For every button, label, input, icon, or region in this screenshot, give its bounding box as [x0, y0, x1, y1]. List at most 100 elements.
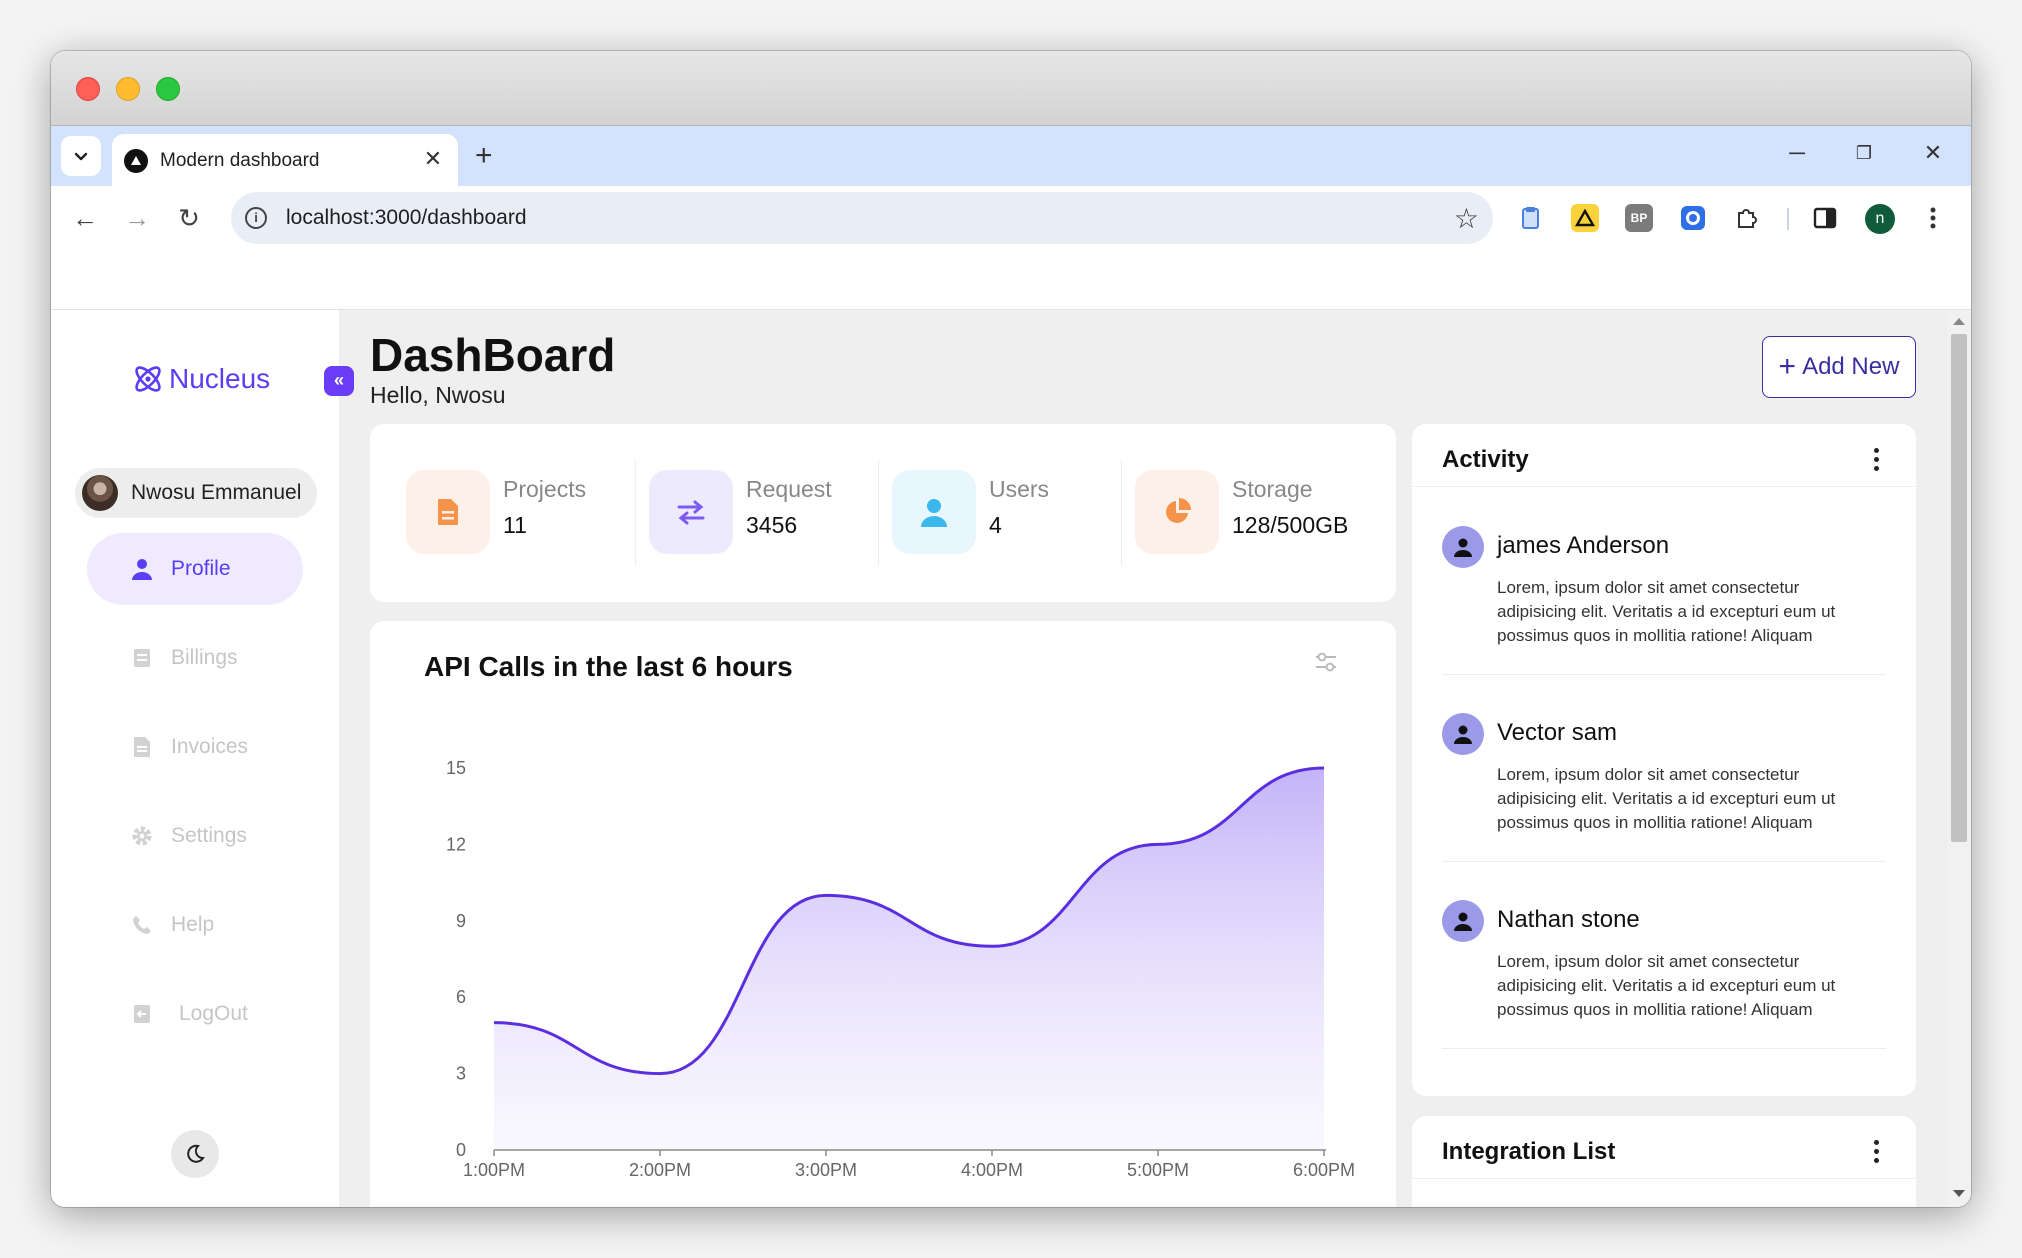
extension-clipboard-icon[interactable] [1517, 204, 1545, 232]
y-tick-label: 12 [446, 834, 466, 854]
stat-divider [878, 460, 879, 566]
gear-icon [131, 825, 153, 847]
sidebar-item-label: Profile [171, 557, 231, 580]
area-chart: 1:00PM 2:00PM 3:00PM 4:00PM 5:00PM 6:00PM 0 3 6 9… [446, 758, 1355, 1180]
extension-warning-icon[interactable] [1571, 204, 1599, 232]
browser-tab[interactable]: Modern dashboard ✕ [112, 134, 458, 186]
tab-strip: Modern dashboard ✕ + ─ ❐ ✕ [51, 126, 1971, 186]
minimize-window-button[interactable] [116, 77, 140, 101]
url-text[interactable]: localhost:3000/dashboard [286, 206, 527, 230]
activity-text: Lorem, ipsum dolor sit amet consectetur … [1497, 952, 1836, 1019]
card-divider [1412, 486, 1916, 487]
sidebar-item-settings[interactable]: Settings [87, 800, 303, 872]
stat-label: Request [746, 476, 832, 502]
add-new-button[interactable]: + Add New [1762, 336, 1916, 398]
user-icon [921, 499, 947, 527]
invoice-icon [131, 736, 153, 758]
person-icon [1442, 713, 1484, 755]
stat-value: 3456 [746, 512, 798, 538]
transfer-icon [677, 500, 705, 525]
api-calls-chart-card: API Calls in the last 6 hours 1:00PM 2:00… [370, 621, 1396, 1207]
sidebar-item-billings[interactable]: Billings [87, 622, 303, 694]
chevron-down-icon [74, 152, 88, 161]
new-tab-button[interactable]: + [475, 138, 493, 174]
avatar [82, 475, 118, 511]
sidebar-item-label: Settings [171, 824, 247, 847]
tab-title: Modern dashboard [160, 150, 320, 171]
user-chip[interactable]: Nwosu Emmanuel [75, 468, 317, 518]
stat-icon-box [892, 470, 976, 554]
stat-value: 11 [503, 512, 527, 538]
sidebar-item-invoices[interactable]: Invoices [87, 711, 303, 783]
address-bar[interactable]: i localhost:3000/dashboard ☆ [231, 192, 1493, 244]
reload-icon[interactable]: ↻ [171, 200, 207, 236]
close-icon[interactable]: ✕ [1917, 140, 1949, 166]
side-panel-icon[interactable] [1811, 204, 1839, 232]
close-tab-icon[interactable]: ✕ [420, 146, 446, 172]
integration-title: Integration List [1442, 1138, 1616, 1165]
site-info-icon[interactable]: i [245, 207, 267, 229]
stat-projects[interactable]: Projects 11 [406, 470, 648, 556]
integration-list-card: Integration List [1412, 1116, 1916, 1207]
y-tick-label: 6 [456, 987, 466, 1007]
extension-bp-icon[interactable]: BP [1625, 204, 1653, 232]
stat-icon-box [1135, 470, 1219, 554]
sidebar-item-label: Billings [171, 646, 238, 669]
integration-menu-icon[interactable] [1874, 1140, 1880, 1164]
brand-name: Nucleus [169, 363, 271, 394]
more-menu-icon[interactable] [1919, 204, 1947, 232]
zoom-window-button[interactable] [156, 77, 180, 101]
document-icon [438, 499, 458, 525]
activity-menu-icon[interactable] [1874, 448, 1880, 472]
tab-search-button[interactable] [61, 136, 101, 176]
greeting-text: Hello, Nwosu [370, 382, 506, 408]
activity-title: Activity [1442, 446, 1529, 473]
moon-icon [187, 1144, 205, 1163]
phone-icon [131, 914, 153, 936]
x-tick-label: 1:00PM [463, 1160, 525, 1180]
minimize-icon[interactable]: ─ [1781, 140, 1813, 166]
collapse-sidebar-button[interactable]: « [324, 366, 354, 396]
stat-icon-box [649, 470, 733, 554]
stat-divider [635, 460, 636, 566]
x-tick-label: 4:00PM [961, 1160, 1023, 1180]
stat-label: Storage [1232, 476, 1313, 502]
logout-icon [131, 1003, 153, 1025]
bookmark-star-icon[interactable]: ☆ [1454, 202, 1479, 235]
extensions-puzzle-icon[interactable] [1733, 204, 1761, 232]
close-window-button[interactable] [76, 77, 100, 101]
stat-request[interactable]: Request 3456 [649, 470, 891, 556]
extension-record-icon[interactable] [1679, 204, 1707, 232]
theme-toggle-button[interactable] [171, 1130, 219, 1178]
activity-name: Vector sam [1497, 719, 1618, 746]
sidebar-item-profile[interactable]: Profile [87, 533, 303, 605]
area-fill [494, 768, 1324, 1150]
page-title: DashBoard [370, 329, 616, 381]
restore-icon[interactable]: ❐ [1848, 143, 1880, 164]
forward-arrow-icon[interactable]: → [119, 200, 155, 236]
sidebar-item-logout[interactable]: LogOut [87, 978, 303, 1050]
divider [1442, 1048, 1886, 1049]
brand-logo[interactable]: Nucleus [131, 362, 270, 396]
page-scrollbar[interactable] [1947, 310, 1971, 1207]
scroll-up-icon[interactable] [1953, 318, 1965, 325]
atom-icon [135, 366, 161, 392]
sidebar: Nucleus Nwosu Emmanuel Profile Billings [51, 310, 339, 1207]
stat-storage[interactable]: Storage 128/500GB [1135, 470, 1377, 556]
profile-avatar[interactable]: n [1865, 204, 1895, 234]
stat-label: Users [989, 476, 1050, 502]
y-tick-label: 9 [456, 911, 466, 931]
title-bar [51, 51, 1971, 126]
favicon-icon [124, 149, 148, 173]
x-tick-label: 5:00PM [1127, 1160, 1189, 1180]
sidebar-item-help[interactable]: Help [87, 889, 303, 961]
back-arrow-icon[interactable]: ← [67, 200, 103, 236]
divider [1442, 861, 1886, 862]
dashboard-page: Nucleus Nwosu Emmanuel Profile Billings [51, 310, 1971, 1207]
sidebar-item-label: Invoices [171, 735, 249, 758]
scroll-down-icon[interactable] [1953, 1190, 1965, 1197]
toolbar-divider [1787, 208, 1789, 230]
scroll-thumb[interactable] [1951, 334, 1967, 842]
stat-users[interactable]: Users 4 [892, 470, 1134, 556]
x-tick-label: 2:00PM [629, 1160, 691, 1180]
